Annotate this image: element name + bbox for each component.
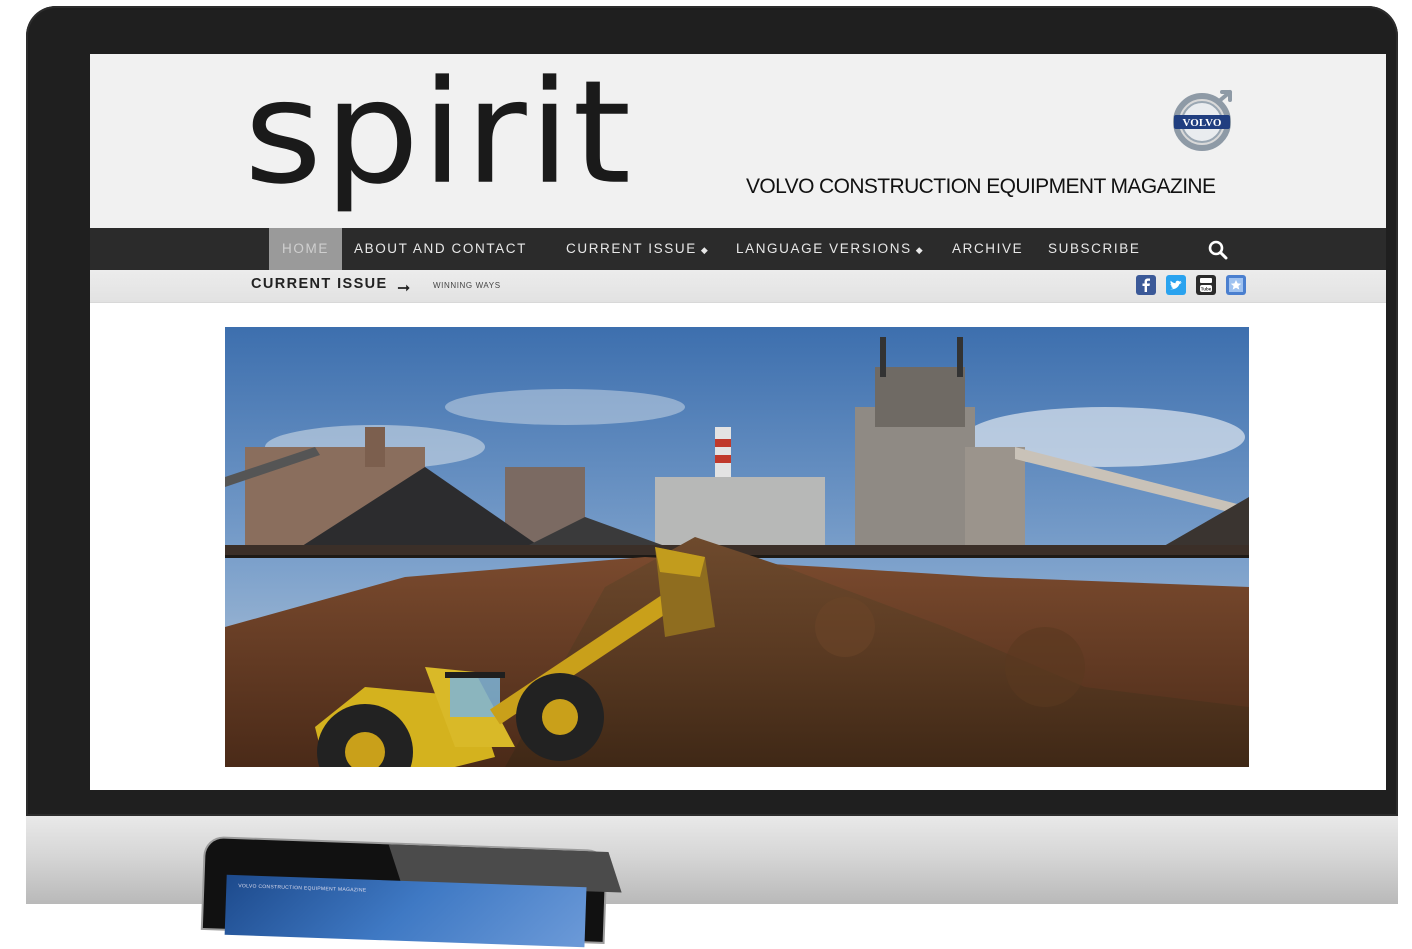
tablet-screen: VOLVO CONSTRUCTION EQUIPMENT MAGAZINE xyxy=(224,874,587,948)
nav-language-versions[interactable]: LANGUAGE VERSIONS ◆ xyxy=(736,228,924,270)
dropdown-caret-icon: ◆ xyxy=(700,245,710,255)
nav-about-contact[interactable]: ABOUT AND CONTACT xyxy=(354,228,527,270)
bookmark-icon[interactable] xyxy=(1226,275,1246,295)
current-issue-label: CURRENT ISSUE xyxy=(251,276,388,292)
dropdown-caret-icon: ◆ xyxy=(915,245,925,255)
nav-subscribe-label: SUBSCRIBE xyxy=(1048,241,1141,256)
arrow-right-icon: ➞ xyxy=(397,280,411,297)
hero-image[interactable] xyxy=(225,327,1249,767)
nav-language-label: LANGUAGE VERSIONS xyxy=(736,241,912,256)
youtube-icon[interactable]: Tube xyxy=(1196,275,1216,295)
monitor-bezel: spirit VOLVO CONSTRUCTION EQUIPMENT MAGA… xyxy=(26,6,1398,816)
nav-current-issue-label: CURRENT ISSUE xyxy=(566,241,697,256)
nav-archive[interactable]: ARCHIVE xyxy=(952,228,1023,270)
site-header: spirit VOLVO CONSTRUCTION EQUIPMENT MAGA… xyxy=(90,54,1386,228)
nav-about-label: ABOUT AND CONTACT xyxy=(354,241,527,256)
main-nav: HOME ABOUT AND CONTACT CURRENT ISSUE ◆ LA… xyxy=(90,228,1386,270)
tablet-device: VOLVO CONSTRUCTION EQUIPMENT MAGAZINE xyxy=(202,838,622,948)
site-tagline: VOLVO CONSTRUCTION EQUIPMENT MAGAZINE xyxy=(746,175,1216,198)
nav-current-issue[interactable]: CURRENT ISSUE ◆ xyxy=(566,228,709,270)
nav-home[interactable]: HOME xyxy=(269,228,342,270)
tablet-header-text: VOLVO CONSTRUCTION EQUIPMENT MAGAZINE xyxy=(238,883,367,894)
nav-subscribe[interactable]: SUBSCRIBE xyxy=(1048,228,1140,270)
volvo-badge-text: VOLVO xyxy=(1183,117,1222,129)
site-logo[interactable]: spirit xyxy=(244,62,633,205)
facebook-icon[interactable] xyxy=(1136,275,1156,295)
browser-screen: spirit VOLVO CONSTRUCTION EQUIPMENT MAGA… xyxy=(90,54,1386,790)
current-issue-bar: CURRENT ISSUE ➞ WINNING WAYS Tube xyxy=(90,270,1386,303)
twitter-icon[interactable] xyxy=(1166,275,1186,295)
volvo-logo-icon[interactable]: VOLVO xyxy=(1170,88,1238,152)
search-icon[interactable] xyxy=(1206,238,1230,262)
current-issue-link[interactable]: WINNING WAYS xyxy=(433,281,501,290)
svg-text:Tube: Tube xyxy=(1201,287,1212,292)
nav-home-label: HOME xyxy=(282,241,329,256)
nav-archive-label: ARCHIVE xyxy=(952,241,1024,256)
